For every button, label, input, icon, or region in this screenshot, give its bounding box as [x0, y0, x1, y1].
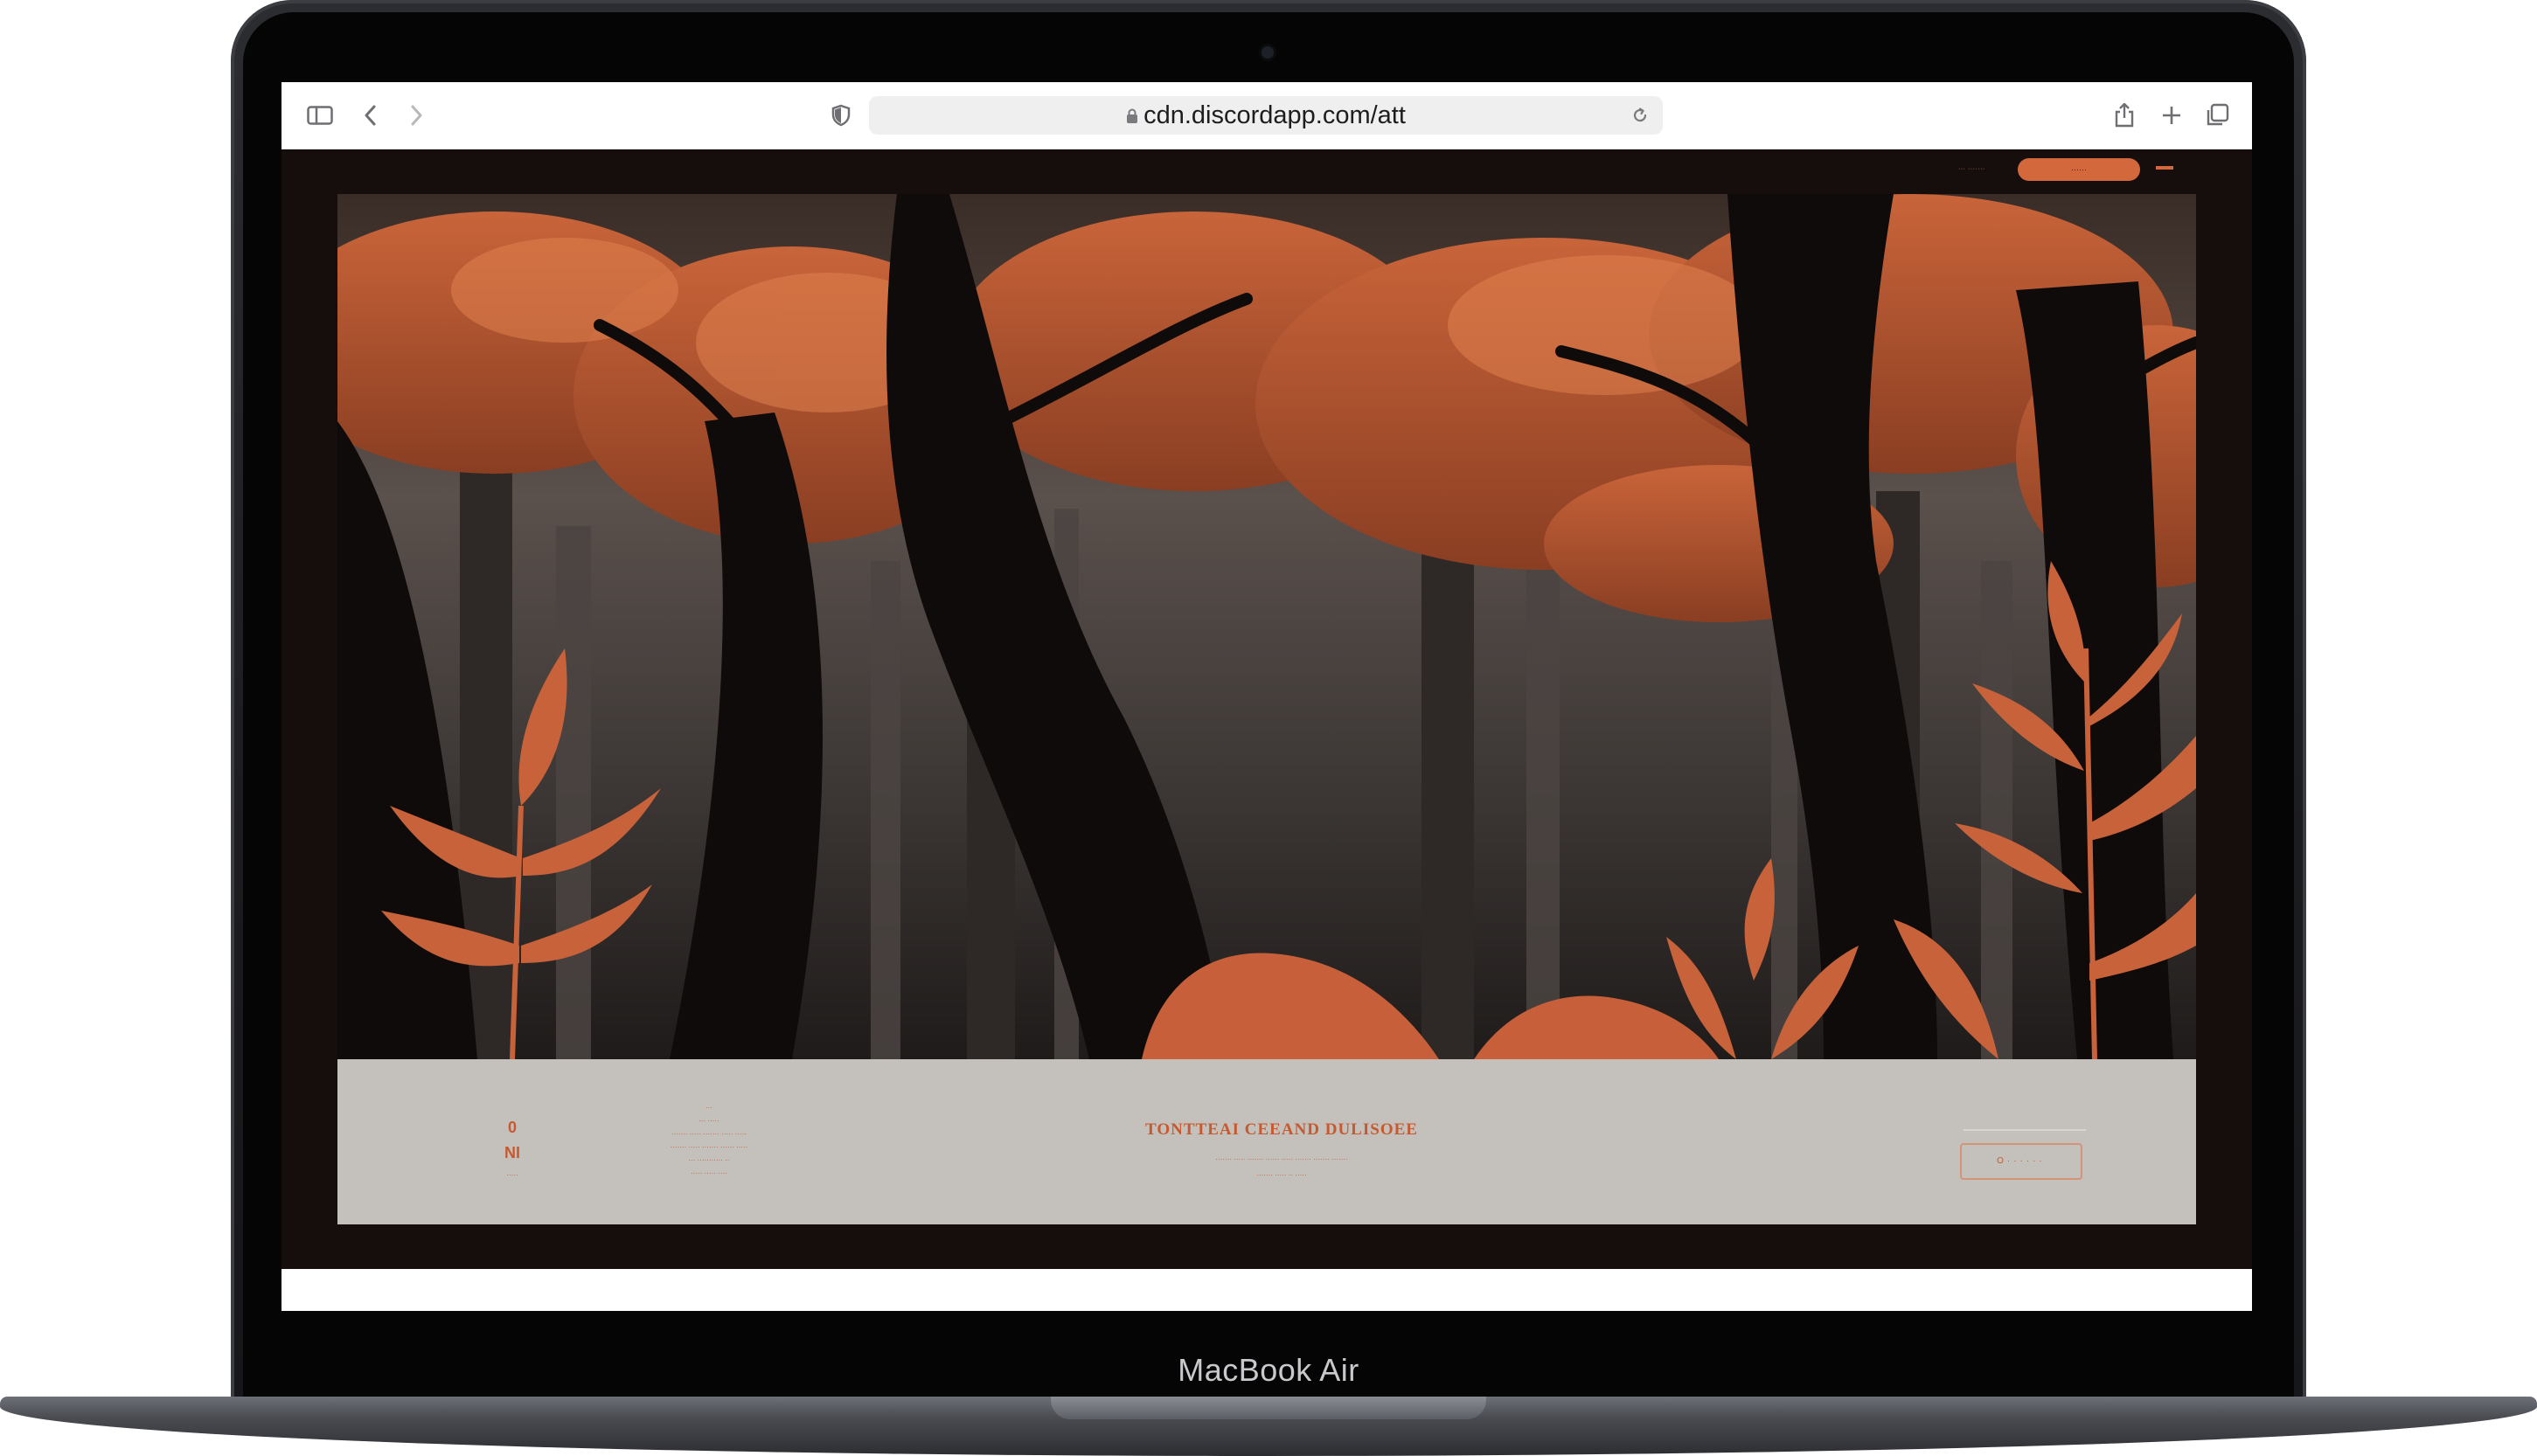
laptop-hinge-notch [1051, 1397, 1486, 1419]
middle-line: ··· ··········· ·· [688, 1156, 730, 1164]
middle-line: ······· ····· ······· ····· ····· [671, 1130, 747, 1138]
stat-letters: NI [504, 1144, 520, 1161]
hero-illustration [337, 194, 2196, 1059]
middle-line: ······· ····· ······· ······ ····· [670, 1143, 748, 1151]
browser-toolbar: cdn.discordapp.com/att [282, 82, 2252, 149]
web-page: ··· ······· ······ 0 NI ····· ··· ··· ··… [282, 149, 2252, 1269]
info-button[interactable]: O······ [1960, 1143, 2082, 1180]
nav-cta-button[interactable]: ······ [2018, 158, 2140, 181]
menu-icon[interactable] [2156, 166, 2173, 170]
stat-caption: ····· [506, 1171, 518, 1179]
browser-window: cdn.discordapp.com/att ··· ······· ·····… [282, 82, 2252, 1311]
middle-line: ··· [705, 1104, 712, 1112]
share-icon[interactable] [2109, 100, 2140, 131]
divider [1964, 1129, 2086, 1131]
stat-number: 0 [507, 1119, 517, 1136]
info-band: 0 NI ····· ··· ··· ····· ······· ····· ·… [337, 1059, 2196, 1224]
middle-line: ··· ····· [699, 1117, 719, 1125]
page-footer-strip [282, 1269, 2252, 1311]
stat-block: 0 NI ····· [495, 1119, 530, 1179]
body-line: ······· ····· ·· ····· [1256, 1171, 1307, 1179]
camera-icon [1262, 46, 1274, 59]
nav-link[interactable]: ··· ······· [1958, 166, 1985, 172]
headline-block: TONTTEAI CEEAND DULISOEE ······· ····· ·… [1037, 1120, 1526, 1183]
chevron-right-icon[interactable] [400, 100, 432, 131]
middle-text-block: ··· ··· ····· ······· ····· ······· ····… [565, 1101, 853, 1180]
address-bar[interactable]: cdn.discordapp.com/att [869, 96, 1663, 135]
chevron-left-icon[interactable] [355, 100, 386, 131]
sidebar-icon[interactable] [304, 100, 336, 131]
info-headline: TONTTEAI CEEAND DULISOEE [1145, 1120, 1418, 1139]
lock-icon [1126, 97, 1138, 135]
device-label: MacBook Air [1178, 1352, 1359, 1388]
middle-line: ····· ····· ···· [691, 1169, 727, 1177]
info-body: ······· ····· ······· ······ ····· ·····… [1037, 1152, 1526, 1183]
device-mockup: cdn.discordapp.com/att ··· ······· ·····… [0, 0, 2537, 1456]
reload-icon[interactable] [1624, 100, 1656, 131]
shield-icon[interactable] [825, 100, 857, 131]
body-line: ······· ····· ······· ······ ····· ·····… [1215, 1155, 1348, 1163]
url-label: cdn.discordapp.com/att [1143, 101, 1406, 129]
plus-icon[interactable] [2156, 100, 2187, 131]
url-text: cdn.discordapp.com/att [869, 96, 1663, 135]
tab-overview-icon[interactable] [2201, 100, 2233, 131]
